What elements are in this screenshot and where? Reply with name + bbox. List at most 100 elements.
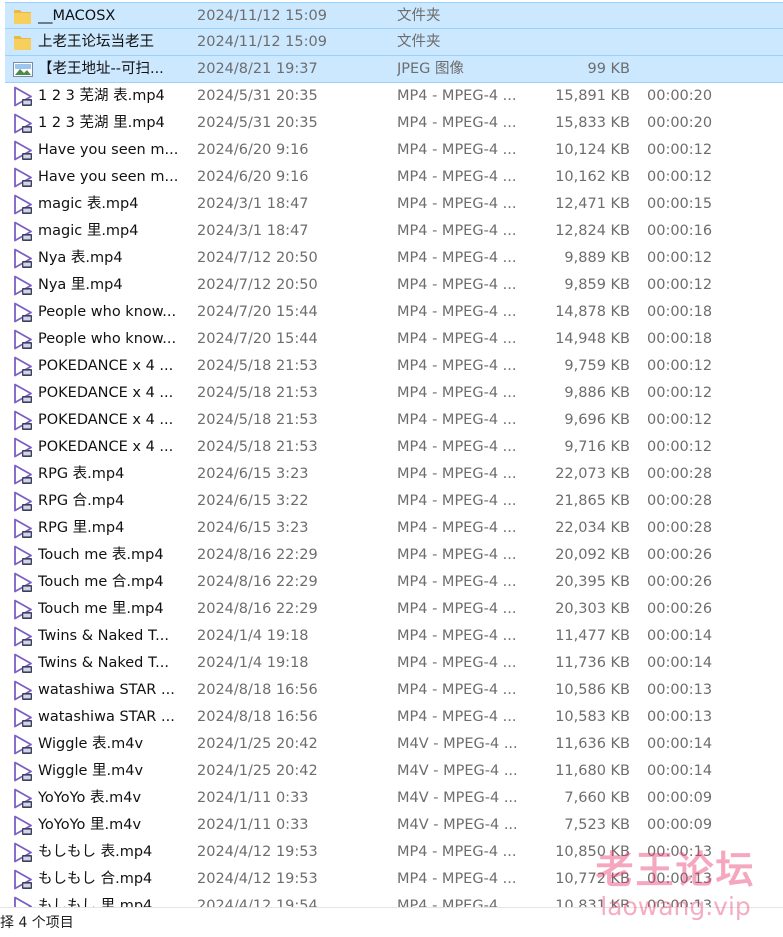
file-type: MP4 - MPEG-4 ... [397, 709, 517, 725]
file-row[interactable]: もしもし 表.mp4 2024/4/12 19:53 MP4 - MPEG-4 ..… [5, 839, 783, 866]
file-name: People who know... [38, 304, 177, 320]
file-row[interactable]: __MACOSX 2024/11/12 15:09 文件夹 [5, 2, 783, 29]
file-size: 9,859 KB [564, 277, 630, 293]
file-row[interactable]: Touch me 表.mp4 2024/8/16 22:29 MP4 - MPEG-… [5, 542, 783, 569]
file-duration: 00:00:26 [647, 574, 713, 590]
file-row[interactable]: RPG 里.mp4 2024/6/15 3:23 MP4 - MPEG-4 ... 2… [5, 515, 783, 542]
file-row[interactable]: Have you seen m... 2024/6/20 9:16 MP4 - MP… [5, 164, 783, 191]
file-name: magic 里.mp4 [38, 223, 139, 239]
file-row[interactable]: Nya 里.mp4 2024/7/12 20:50 MP4 - MPEG-4 ...… [5, 272, 783, 299]
file-row[interactable]: POKEDANCE x 4 ... 2024/5/18 21:53 MP4 - MP… [5, 407, 783, 434]
file-row[interactable]: Wiggle 里.m4v 2024/1/25 20:42 M4V - MPEG-4 … [5, 758, 783, 785]
file-size: 20,303 KB [555, 601, 630, 617]
file-row[interactable]: Nya 表.mp4 2024/7/12 20:50 MP4 - MPEG-4 ...… [5, 245, 783, 272]
file-duration: 00:00:13 [647, 844, 713, 860]
file-type: MP4 - MPEG-4 ... [397, 466, 517, 482]
file-row[interactable]: People who know... 2024/7/20 15:44 MP4 - M… [5, 299, 783, 326]
file-size: 20,395 KB [555, 574, 630, 590]
file-row[interactable]: POKEDANCE x 4 ... 2024/5/18 21:53 MP4 - MP… [5, 434, 783, 461]
file-name: POKEDANCE x 4 ... [38, 385, 174, 401]
file-row[interactable]: もしもし 里.mp4 2024/4/12 19:54 MP4 - MPEG-4 ..… [5, 893, 783, 907]
file-list: __MACOSX 2024/11/12 15:09 文件夹 上老王论坛当老王 2024/… [0, 0, 783, 907]
file-row[interactable]: People who know... 2024/7/20 15:44 MP4 - M… [5, 326, 783, 353]
file-size: 22,034 KB [555, 520, 630, 536]
file-date-modified: 2024/7/12 20:50 [197, 277, 318, 293]
file-type: MP4 - MPEG-4 ... [397, 358, 517, 374]
file-row[interactable]: Touch me 里.mp4 2024/8/16 22:29 MP4 - MPEG-… [5, 596, 783, 623]
file-size: 10,124 KB [555, 142, 630, 158]
file-row[interactable]: 1 2 3 芜湖 表.mp4 2024/5/31 20:35 MP4 - MPEG-… [5, 83, 783, 110]
file-size: 99 KB [587, 61, 630, 77]
video-icon [12, 650, 34, 677]
file-duration: 00:00:20 [647, 88, 713, 104]
file-date-modified: 2024/5/18 21:53 [197, 358, 318, 374]
file-row[interactable]: magic 里.mp4 2024/3/1 18:47 MP4 - MPEG-4 ..… [5, 218, 783, 245]
file-size: 10,850 KB [555, 844, 630, 860]
video-icon [12, 191, 34, 218]
file-row[interactable]: もしもし 合.mp4 2024/4/12 19:53 MP4 - MPEG-4 ..… [5, 866, 783, 893]
file-duration: 00:00:18 [647, 331, 713, 347]
file-row[interactable]: RPG 表.mp4 2024/6/15 3:23 MP4 - MPEG-4 ... 2… [5, 461, 783, 488]
file-date-modified: 2024/5/18 21:53 [197, 439, 318, 455]
file-type: 文件夹 [397, 34, 441, 50]
file-row[interactable]: YoYoYo 表.m4v 2024/1/11 0:33 M4V - MPEG-4 .… [5, 785, 783, 812]
file-name: もしもし 合.mp4 [38, 871, 153, 887]
file-name: POKEDANCE x 4 ... [38, 439, 174, 455]
file-row[interactable]: 1 2 3 芜湖 里.mp4 2024/5/31 20:35 MP4 - MPEG-… [5, 110, 783, 137]
selection-count-text: 择 4 个项目 [0, 915, 74, 931]
file-type: MP4 - MPEG-4 ... [397, 493, 517, 509]
file-row[interactable]: Have you seen m... 2024/6/20 9:16 MP4 - MP… [5, 137, 783, 164]
file-row[interactable]: watashiwa STAR ... 2024/8/18 16:56 MP4 - M… [5, 677, 783, 704]
file-type: MP4 - MPEG-4 ... [397, 682, 517, 698]
file-date-modified: 2024/5/31 20:35 [197, 115, 318, 131]
file-size: 10,586 KB [555, 682, 630, 698]
file-row[interactable]: 【老王地址--可扫... 2024/8/21 19:37 JPEG 图像 99 KB [5, 56, 783, 83]
file-name: Nya 表.mp4 [38, 250, 123, 266]
file-type: M4V - MPEG-4 ... [397, 763, 518, 779]
file-duration: 00:00:12 [647, 358, 713, 374]
file-name: People who know... [38, 331, 177, 347]
file-row[interactable]: magic 表.mp4 2024/3/1 18:47 MP4 - MPEG-4 ..… [5, 191, 783, 218]
file-duration: 00:00:26 [647, 547, 713, 563]
file-date-modified: 2024/8/16 22:29 [197, 574, 318, 590]
file-row[interactable]: POKEDANCE x 4 ... 2024/5/18 21:53 MP4 - MP… [5, 353, 783, 380]
file-duration: 00:00:12 [647, 439, 713, 455]
video-icon [12, 488, 34, 515]
file-duration: 00:00:14 [647, 736, 713, 752]
file-date-modified: 2024/1/11 0:33 [197, 790, 309, 806]
file-name: RPG 合.mp4 [38, 493, 125, 509]
file-row[interactable]: Twins & Naked T... 2024/1/4 19:18 MP4 - MP… [5, 623, 783, 650]
file-size: 20,092 KB [555, 547, 630, 563]
file-row[interactable]: RPG 合.mp4 2024/6/15 3:22 MP4 - MPEG-4 ... 2… [5, 488, 783, 515]
file-type: 文件夹 [397, 8, 441, 24]
video-icon [12, 245, 34, 272]
video-icon [12, 299, 34, 326]
file-type: M4V - MPEG-4 ... [397, 790, 518, 806]
file-name: Touch me 里.mp4 [38, 601, 164, 617]
video-icon [12, 380, 34, 407]
file-row[interactable]: Touch me 合.mp4 2024/8/16 22:29 MP4 - MPEG-… [5, 569, 783, 596]
file-row[interactable]: watashiwa STAR ... 2024/8/18 16:56 MP4 - M… [5, 704, 783, 731]
file-duration [647, 56, 767, 83]
file-row[interactable]: Wiggle 表.m4v 2024/1/25 20:42 M4V - MPEG-4 … [5, 731, 783, 758]
file-row[interactable]: 上老王论坛当老王 2024/11/12 15:09 文件夹 [5, 29, 783, 56]
file-type: MP4 - MPEG-4 ... [397, 844, 517, 860]
file-date-modified: 2024/7/12 20:50 [197, 250, 318, 266]
file-name: Touch me 合.mp4 [38, 574, 164, 590]
video-icon [12, 137, 34, 164]
file-name: Wiggle 表.m4v [38, 736, 144, 752]
file-size: 9,889 KB [564, 250, 630, 266]
file-name: RPG 里.mp4 [38, 520, 125, 536]
file-date-modified: 2024/6/15 3:23 [197, 520, 309, 536]
file-date-modified: 2024/6/15 3:22 [197, 493, 309, 509]
video-icon [12, 758, 34, 785]
file-row[interactable]: POKEDANCE x 4 ... 2024/5/18 21:53 MP4 - MP… [5, 380, 783, 407]
file-duration: 00:00:14 [647, 655, 713, 671]
file-size: 10,583 KB [555, 709, 630, 725]
video-icon [12, 812, 34, 839]
video-icon [12, 110, 34, 137]
file-row[interactable]: Twins & Naked T... 2024/1/4 19:18 MP4 - MP… [5, 650, 783, 677]
file-name: magic 表.mp4 [38, 196, 139, 212]
file-row[interactable]: YoYoYo 里.m4v 2024/1/11 0:33 M4V - MPEG-4 .… [5, 812, 783, 839]
file-date-modified: 2024/5/31 20:35 [197, 88, 318, 104]
